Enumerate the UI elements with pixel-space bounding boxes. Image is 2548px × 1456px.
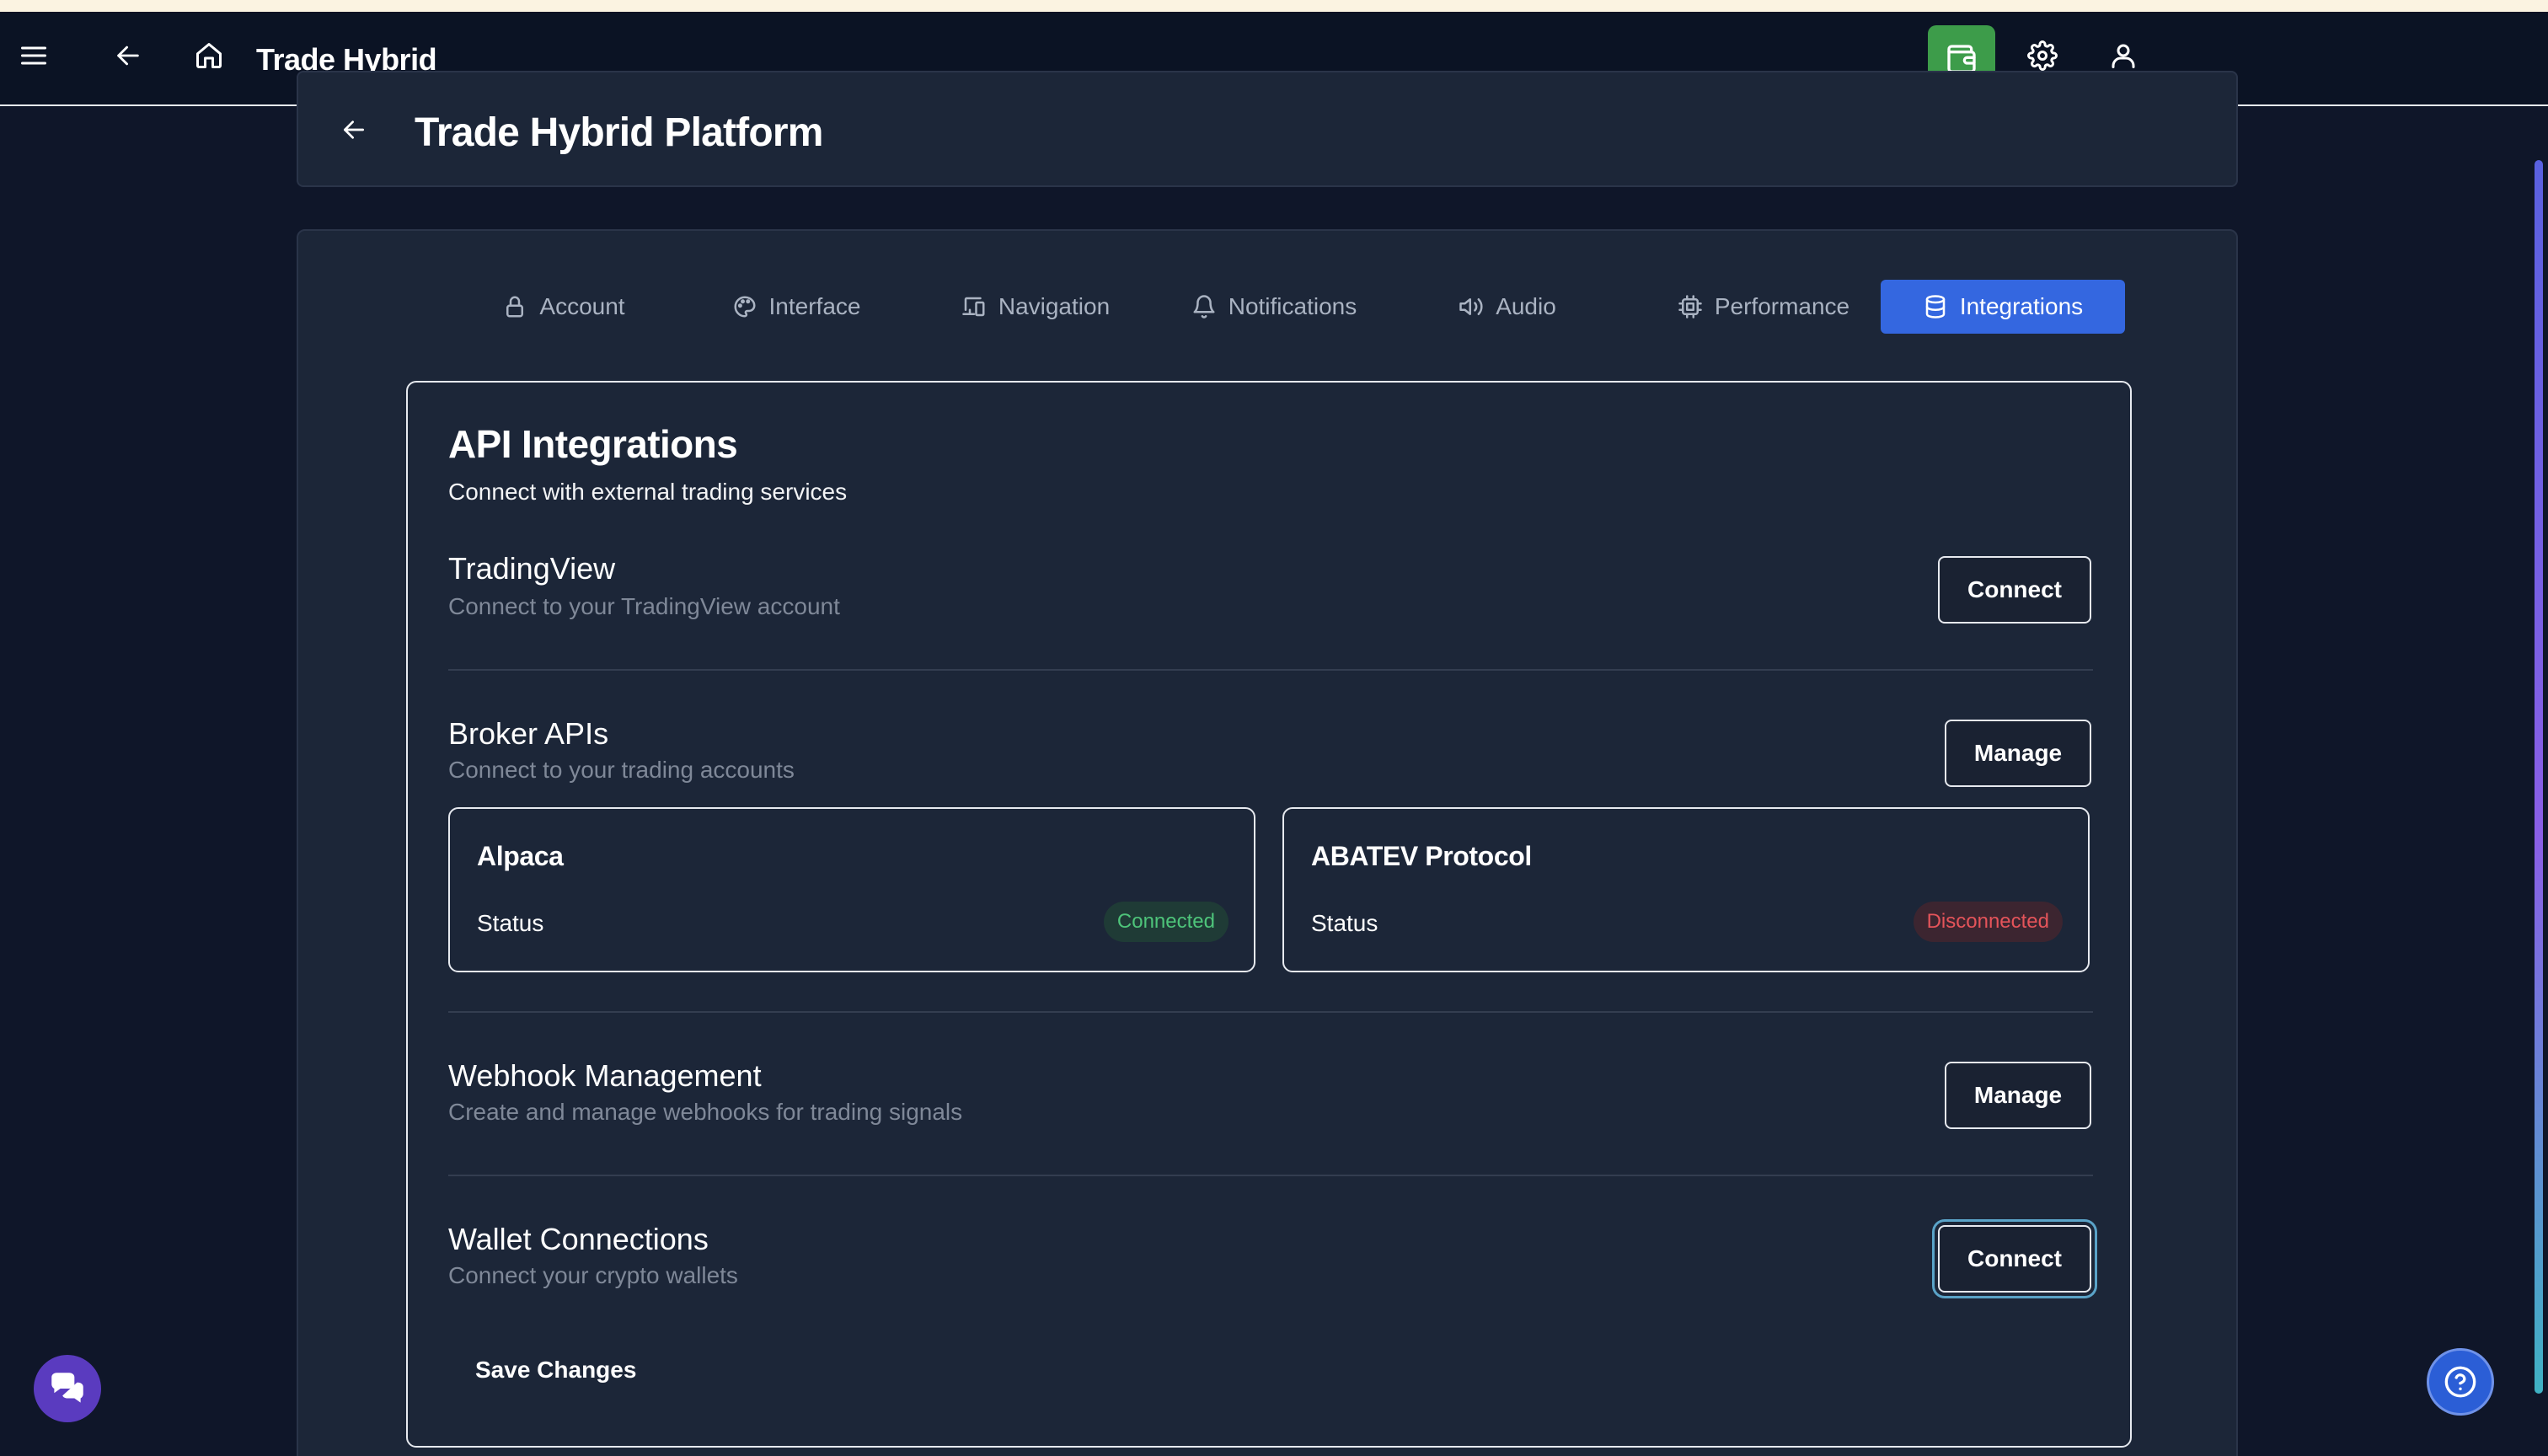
panel-subtitle: Connect with external trading services: [448, 479, 848, 505]
wallet-connections-title: Wallet Connections: [448, 1222, 709, 1256]
tab-label: Notifications: [1228, 293, 1357, 319]
chat-icon: [51, 1373, 83, 1403]
palette-icon: [734, 296, 756, 318]
divider: [448, 1175, 2093, 1176]
save-changes-button[interactable]: Save Changes: [475, 1357, 636, 1384]
help-button[interactable]: [2427, 1348, 2494, 1416]
settings-tabs: Account Interface Navigation Notificatio…: [298, 280, 2240, 334]
cpu-icon: [1678, 295, 1702, 318]
broker-manage-button[interactable]: Manage: [1945, 720, 2091, 787]
status-badge: Disconnected: [1913, 902, 2063, 942]
back-arrow-icon[interactable]: [110, 37, 147, 74]
tab-label: Performance: [1714, 293, 1850, 319]
lock-icon: [506, 296, 524, 318]
bell-icon: [1193, 295, 1215, 318]
broker-apis-title: Broker APIs: [448, 716, 609, 751]
panel-title: API Integrations: [448, 422, 738, 466]
wallet-connections-desc: Connect your crypto wallets: [448, 1262, 738, 1288]
tab-navigation[interactable]: Navigation: [923, 280, 1148, 334]
tab-interface[interactable]: Interface: [691, 280, 902, 334]
tab-integrations[interactable]: Integrations: [1881, 280, 2125, 334]
divider: [448, 669, 2093, 671]
webhook-manage-button[interactable]: Manage: [1945, 1062, 2091, 1129]
tab-performance[interactable]: Performance: [1650, 280, 1877, 334]
database-icon: [1925, 295, 1946, 318]
broker-card-alpaca: Alpaca Status Connected: [448, 807, 1255, 972]
back-arrow-icon[interactable]: [337, 113, 371, 147]
devices-icon: [962, 297, 985, 317]
page-title: Trade Hybrid Platform: [415, 110, 823, 155]
tab-account[interactable]: Account: [458, 280, 669, 334]
tab-label: Audio: [1496, 293, 1556, 319]
webhook-title: Webhook Management: [448, 1058, 762, 1093]
scrollbar[interactable]: [2535, 160, 2543, 1394]
wallet-connect-button[interactable]: Connect: [1938, 1225, 2091, 1293]
page-header: Trade Hybrid Platform: [297, 71, 2238, 187]
divider: [448, 1011, 2093, 1013]
status-badge: Connected: [1103, 902, 1228, 942]
tab-notifications[interactable]: Notifications: [1166, 280, 1382, 334]
user-icon[interactable]: [2105, 37, 2142, 74]
api-integrations-panel: API Integrations Connect with external t…: [406, 381, 2132, 1448]
menu-icon[interactable]: [15, 37, 52, 74]
tradingview-connect-button[interactable]: Connect: [1938, 556, 2091, 624]
tab-audio[interactable]: Audio: [1402, 280, 1613, 334]
home-icon[interactable]: [190, 37, 228, 74]
browser-top-strip: [0, 0, 2548, 12]
broker-name: ABATEV Protocol: [1311, 841, 1532, 871]
tab-label: Account: [539, 293, 625, 319]
tab-label: Interface: [768, 293, 861, 319]
broker-name: Alpaca: [477, 841, 564, 871]
tab-label: Navigation: [998, 293, 1111, 319]
chat-button[interactable]: [34, 1355, 101, 1422]
gear-icon[interactable]: [2024, 37, 2061, 74]
help-circle-icon: [2444, 1366, 2476, 1398]
broker-apis-desc: Connect to your trading accounts: [448, 757, 795, 783]
status-label: Status: [1311, 910, 1378, 936]
broker-card-abatev: ABATEV Protocol Status Disconnected: [1282, 807, 2090, 972]
speaker-icon: [1459, 298, 1483, 315]
status-label: Status: [477, 910, 544, 936]
tab-label: Integrations: [1959, 293, 2084, 319]
settings-card: Account Interface Navigation Notificatio…: [297, 229, 2238, 1456]
tradingview-desc: Connect to your TradingView account: [448, 593, 840, 619]
tradingview-title: TradingView: [448, 551, 616, 586]
webhook-desc: Create and manage webhooks for trading s…: [448, 1099, 963, 1125]
